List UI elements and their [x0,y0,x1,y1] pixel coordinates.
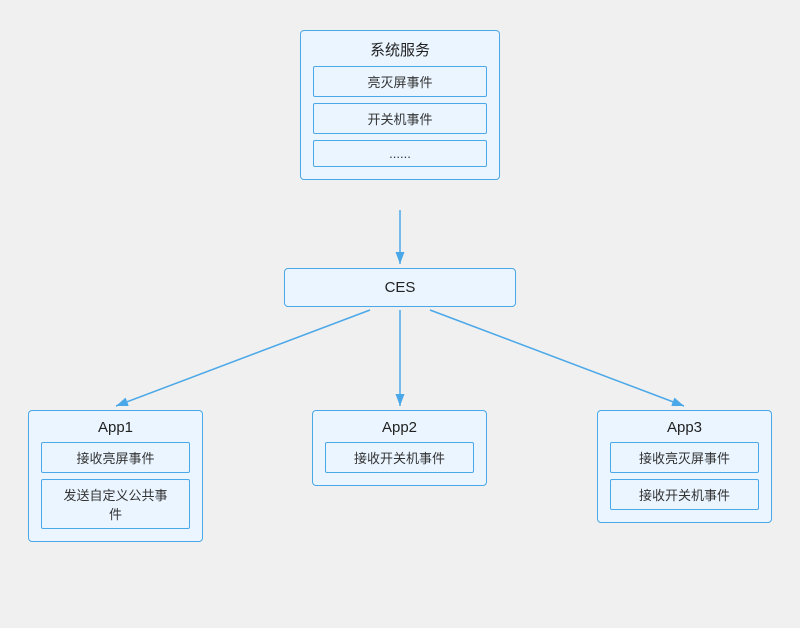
system-event-1: 开关机事件 [313,103,487,134]
app1-event-1: 发送自定义公共事件 [41,479,190,529]
app2-event-0: 接收开关机事件 [325,442,474,473]
system-event-0: 亮灭屏事件 [313,66,487,97]
diagram: 系统服务 亮灭屏事件 开关机事件 ...... CES App1 接收亮屏事件 … [0,0,800,628]
ces-box: CES [284,268,516,307]
app3-event-0: 接收亮灭屏事件 [610,442,759,473]
system-events: 亮灭屏事件 开关机事件 ...... [301,66,499,179]
app2-events: 接收开关机事件 [313,442,486,485]
app3-event-1: 接收开关机事件 [610,479,759,510]
app1-events: 接收亮屏事件 发送自定义公共事件 [29,442,202,541]
app1-title: App1 [29,411,202,442]
app1-box: App1 接收亮屏事件 发送自定义公共事件 [28,410,203,542]
system-event-2: ...... [313,140,487,167]
ces-title: CES [285,269,515,306]
app3-events: 接收亮灭屏事件 接收开关机事件 [598,442,771,522]
system-service-box: 系统服务 亮灭屏事件 开关机事件 ...... [300,30,500,180]
app3-title: App3 [598,411,771,442]
app2-title: App2 [313,411,486,442]
app1-event-0: 接收亮屏事件 [41,442,190,473]
system-service-title: 系统服务 [301,31,499,66]
app2-box: App2 接收开关机事件 [312,410,487,486]
app3-box: App3 接收亮灭屏事件 接收开关机事件 [597,410,772,523]
